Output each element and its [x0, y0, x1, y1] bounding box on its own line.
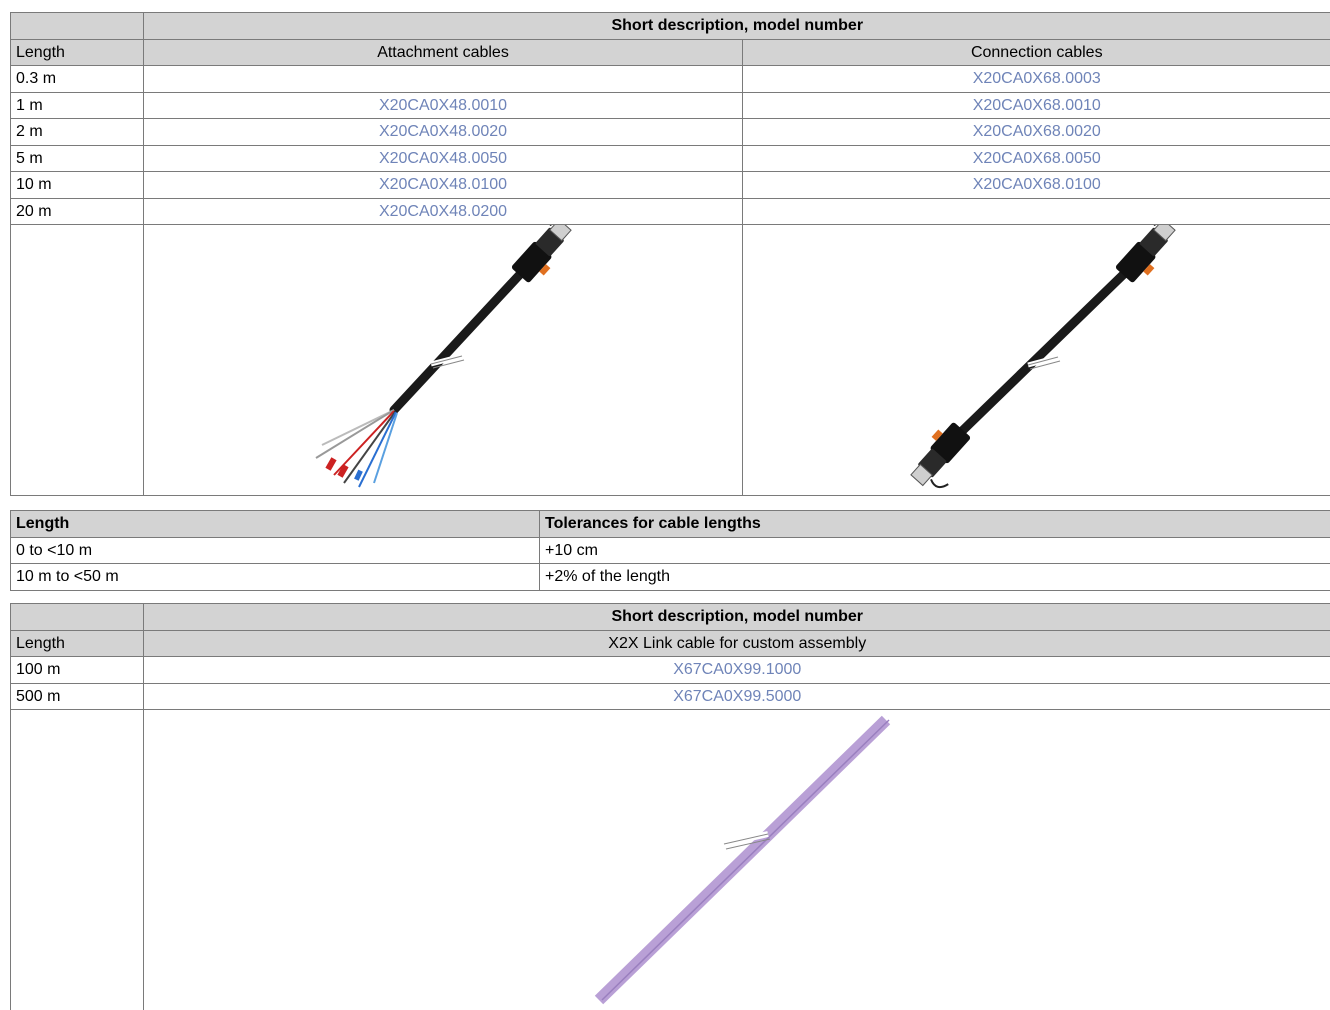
empty-header-cell: [11, 13, 144, 40]
table-row: 10 m X20CA0X48.0100 X20CA0X68.0100: [11, 172, 1330, 199]
length-cell: 0 to <10 m: [11, 537, 540, 564]
table-row: 100 m X67CA0X99.1000: [11, 657, 1330, 684]
column-header-tolerance: Tolerances for cable lengths: [540, 511, 1330, 538]
length-cell: 1 m: [11, 92, 144, 119]
cable-table: Short description, model number Length A…: [10, 12, 1330, 496]
connection-cable-image: [743, 225, 1330, 495]
tolerance-table: Length Tolerances for cable lengths 0 to…: [10, 510, 1330, 591]
table-row: 20 m X20CA0X48.0200: [11, 198, 1330, 225]
table-row: 1 m X20CA0X48.0010 X20CA0X68.0010: [11, 92, 1330, 119]
length-cell: 20 m: [11, 198, 144, 225]
length-cell: 10 m to <50 m: [11, 564, 540, 591]
length-cell: 100 m: [11, 657, 144, 684]
table-header: Short description, model number: [144, 604, 1330, 631]
attachment-model-link[interactable]: X20CA0X48.0010: [144, 92, 743, 119]
attachment-model-link[interactable]: X20CA0X48.0020: [144, 119, 743, 146]
table-header: Short description, model number: [144, 13, 1330, 40]
length-cell: 500 m: [11, 683, 144, 710]
table-row: 10 m to <50 m +2% of the length: [11, 564, 1330, 591]
table-row: 2 m X20CA0X48.0020 X20CA0X68.0020: [11, 119, 1330, 146]
connection-model-link[interactable]: X20CA0X68.0003: [743, 66, 1330, 93]
attachment-cable-image-cell: [144, 225, 743, 496]
attachment-cable-image: [144, 225, 743, 495]
empty-image-label-cell: [11, 710, 144, 1010]
table-row: 500 m X67CA0X99.5000: [11, 683, 1330, 710]
x2x-cable-image-cell: [144, 710, 1330, 1010]
column-header-length: Length: [11, 630, 144, 657]
connection-model-link[interactable]: [743, 198, 1330, 225]
column-header-connection: Connection cables: [743, 39, 1330, 66]
connection-cable-image-cell: [743, 225, 1330, 496]
length-cell: 2 m: [11, 119, 144, 146]
table-row: 5 m X20CA0X48.0050 X20CA0X68.0050: [11, 145, 1330, 172]
tolerance-cell: +10 cm: [540, 537, 1330, 564]
x2x-cable-image: [144, 710, 1330, 1010]
x2x-model-link[interactable]: X67CA0X99.1000: [144, 657, 1330, 684]
connection-model-link[interactable]: X20CA0X68.0050: [743, 145, 1330, 172]
length-cell: 5 m: [11, 145, 144, 172]
attachment-model-link[interactable]: X20CA0X48.0200: [144, 198, 743, 225]
length-cell: 0.3 m: [11, 66, 144, 93]
table-row: 0.3 m X20CA0X68.0003: [11, 66, 1330, 93]
connection-model-link[interactable]: X20CA0X68.0010: [743, 92, 1330, 119]
column-header-length: Length: [11, 511, 540, 538]
empty-header-cell: [11, 604, 144, 631]
x2x-model-link[interactable]: X67CA0X99.5000: [144, 683, 1330, 710]
x2x-cable-table: Short description, model number Length X…: [10, 603, 1330, 1010]
column-header-length: Length: [11, 39, 144, 66]
column-header-cable: X2X Link cable for custom assembly: [144, 630, 1330, 657]
table-row: 0 to <10 m +10 cm: [11, 537, 1330, 564]
column-header-attachment: Attachment cables: [144, 39, 743, 66]
attachment-model-link[interactable]: X20CA0X48.0100: [144, 172, 743, 199]
connection-model-link[interactable]: X20CA0X68.0100: [743, 172, 1330, 199]
tolerance-cell: +2% of the length: [540, 564, 1330, 591]
length-cell: 10 m: [11, 172, 144, 199]
empty-image-label-cell: [11, 225, 144, 496]
attachment-model-link[interactable]: X20CA0X48.0050: [144, 145, 743, 172]
attachment-model-link[interactable]: [144, 66, 743, 93]
connection-model-link[interactable]: X20CA0X68.0020: [743, 119, 1330, 146]
